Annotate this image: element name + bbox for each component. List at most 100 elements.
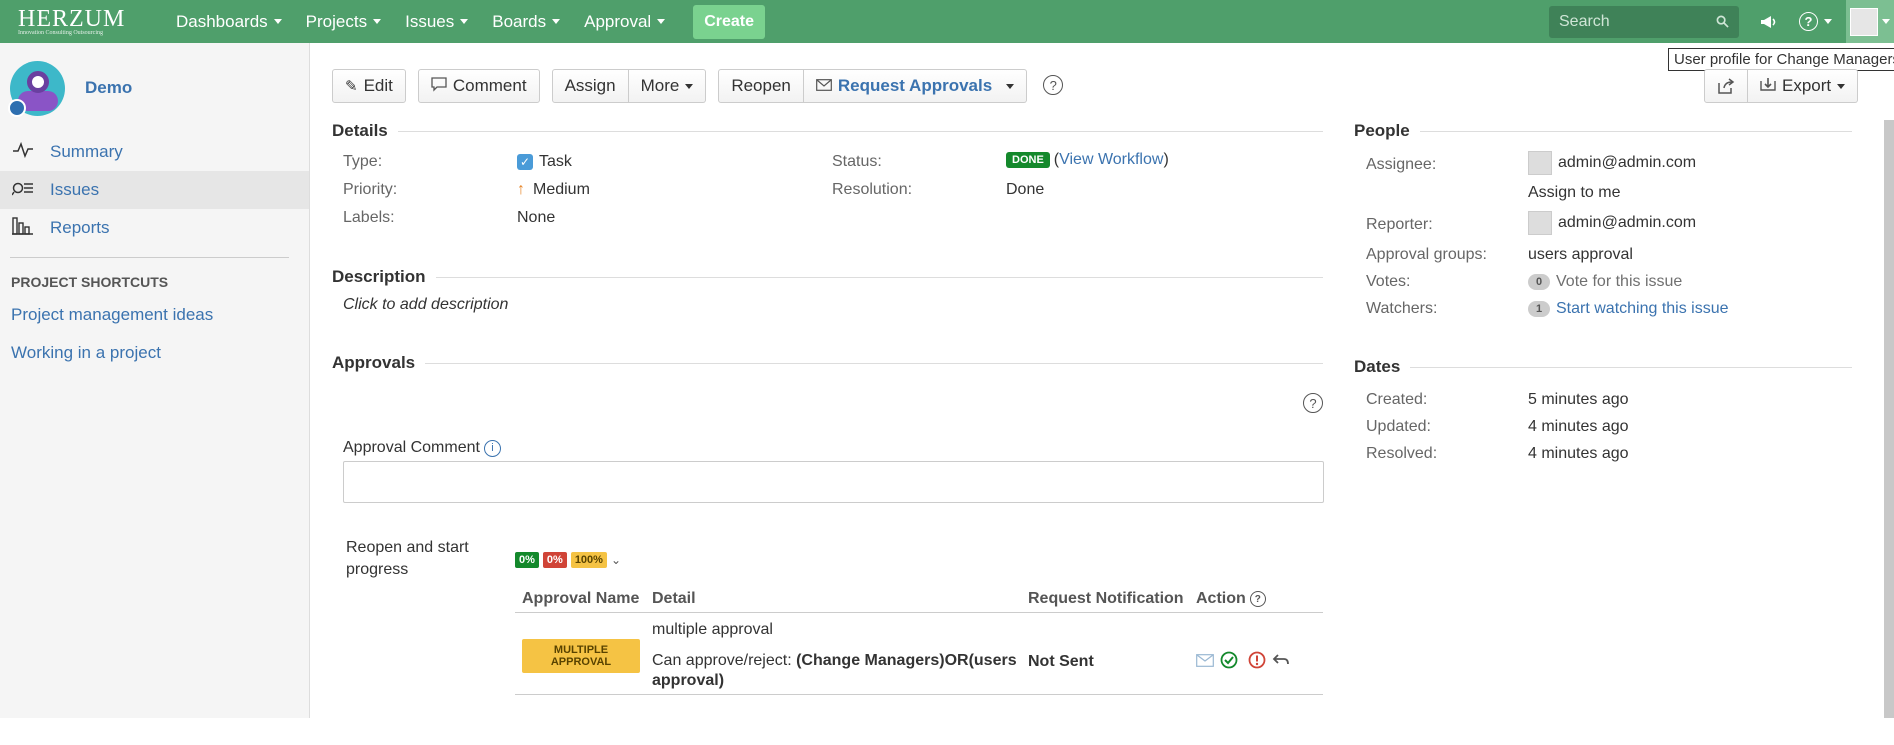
- question-circle-icon[interactable]: ?: [1303, 393, 1323, 413]
- reopen-button[interactable]: Reopen: [718, 69, 804, 103]
- description-placeholder[interactable]: Click to add description: [343, 296, 508, 314]
- comment-label: Comment: [452, 76, 527, 95]
- chevron-down-icon: [373, 19, 382, 24]
- export-button[interactable]: Export: [1748, 69, 1859, 103]
- reject-icon[interactable]: [1248, 651, 1266, 674]
- approve-icon[interactable]: [1220, 651, 1238, 674]
- vote-link[interactable]: Vote for this issue: [1556, 273, 1682, 291]
- info-icon[interactable]: i: [483, 439, 501, 457]
- approval-name-badge: MULTIPLE APPROVAL: [522, 639, 640, 673]
- pencil-icon: ✎: [345, 78, 358, 95]
- type-value: ✓ Task: [517, 153, 572, 171]
- user-profile-button[interactable]: [1846, 0, 1894, 43]
- help-icon[interactable]: ?: [1799, 12, 1832, 31]
- herzum-logo[interactable]: HERZUM Innovation Consulting Outsourcing: [18, 7, 138, 36]
- summary-icon: [12, 141, 38, 163]
- edit-button[interactable]: ✎ Edit: [332, 69, 406, 103]
- created-label: Created:: [1366, 391, 1428, 408]
- reply-icon[interactable]: [1272, 653, 1290, 672]
- watchers-count-badge: 1: [1528, 301, 1550, 317]
- megaphone-icon[interactable]: [1759, 13, 1779, 31]
- shortcut-working-in-a-project[interactable]: Working in a project: [0, 334, 309, 372]
- votes-value: 0 Vote for this issue: [1528, 273, 1682, 291]
- approval-table: Approval Name Detail Request Notificatio…: [515, 583, 1323, 745]
- assignee-name[interactable]: admin@admin.com: [1558, 154, 1696, 172]
- chevron-down-icon: [1006, 83, 1015, 89]
- people-heading: People: [1354, 121, 1852, 141]
- shortcut-project-management-ideas[interactable]: Project management ideas: [0, 296, 309, 334]
- view-workflow-link[interactable]: View Workflow: [1059, 151, 1163, 169]
- approval-groups-label: Approval groups:: [1366, 246, 1487, 263]
- scrollbar-thumb[interactable]: [1884, 120, 1894, 718]
- table-header-row: Approval Name Detail Request Notificatio…: [515, 583, 1323, 613]
- more-button[interactable]: More: [628, 69, 707, 103]
- votes-count-badge: 0: [1528, 274, 1550, 290]
- detail-rule: Can approve/reject: (Change Managers)OR(…: [652, 651, 1022, 691]
- issue-view: ✎ Edit Comment Assign More Reopen Reques…: [332, 43, 1892, 718]
- project-avatar: [8, 60, 65, 117]
- approval-progress[interactable]: 0% 0% 100% ⌄: [515, 552, 621, 568]
- question-circle-icon[interactable]: ?: [1249, 591, 1266, 607]
- nav-dashboards[interactable]: Dashboards: [164, 0, 294, 43]
- reporter-name[interactable]: admin@admin.com: [1558, 214, 1696, 232]
- updated-label: Updated:: [1366, 418, 1431, 435]
- project-header[interactable]: Demo: [0, 43, 309, 133]
- chevron-down-icon: [273, 19, 282, 24]
- page-scrollbar[interactable]: [1884, 120, 1894, 718]
- nav-issues[interactable]: Issues: [393, 0, 480, 43]
- approvals-heading: Approvals: [332, 353, 1323, 373]
- watchers-label: Watchers:: [1366, 300, 1438, 317]
- chevron-down-icon: [1837, 83, 1846, 89]
- nav-boards[interactable]: Boards: [480, 0, 572, 43]
- more-label: More: [640, 76, 680, 95]
- create-button[interactable]: Create: [693, 4, 766, 39]
- question-circle-icon[interactable]: ?: [1043, 75, 1064, 95]
- sidebar-item-label: Issues: [50, 180, 100, 199]
- people-title: People: [1354, 121, 1410, 140]
- nav-approval-label: Approval: [584, 11, 652, 31]
- approval-groups-value: users approval: [1528, 246, 1633, 263]
- table-row: MULTIPLE APPROVAL multiple approval Can …: [515, 613, 1323, 695]
- request-approvals-button[interactable]: Request Approvals: [803, 69, 1028, 103]
- chevron-down-icon: [1882, 19, 1890, 24]
- nav-projects-label: Projects: [305, 11, 368, 31]
- resolved-value: 4 minutes ago: [1528, 445, 1629, 462]
- envelope-icon[interactable]: [1196, 653, 1214, 672]
- dates-title: Dates: [1354, 357, 1401, 376]
- col-action-label: Action: [1196, 590, 1246, 607]
- assignee-value: admin@admin.com: [1528, 151, 1696, 175]
- nav-issues-label: Issues: [405, 11, 455, 31]
- project-name[interactable]: Demo: [85, 78, 132, 98]
- user-avatar-icon: [1850, 7, 1878, 36]
- workflow-group: Reopen Request Approvals: [718, 69, 1028, 103]
- chevron-down-icon: [657, 19, 666, 24]
- watch-link[interactable]: Start watching this issue: [1556, 300, 1729, 318]
- shortcuts-heading: PROJECT SHORTCUTS: [11, 274, 169, 290]
- share-button[interactable]: [1704, 69, 1748, 103]
- dates-heading: Dates: [1354, 357, 1852, 377]
- comment-button[interactable]: Comment: [417, 69, 540, 103]
- detail-title: multiple approval: [652, 621, 773, 638]
- nav-projects[interactable]: Projects: [294, 0, 393, 43]
- resolution-value: Done: [1006, 181, 1045, 198]
- row-actions: [1196, 651, 1290, 674]
- assign-to-me-link[interactable]: Assign to me: [1528, 184, 1620, 202]
- approval-comment-field[interactable]: [343, 461, 1324, 503]
- priority-text: Medium: [533, 181, 590, 198]
- resolved-label: Resolved:: [1366, 445, 1438, 462]
- col-request-notification: Request Notification: [1028, 590, 1184, 607]
- sidebar-item-summary[interactable]: Summary: [0, 133, 309, 171]
- assign-button[interactable]: Assign: [551, 69, 629, 103]
- sidebar-item-reports[interactable]: Reports: [0, 209, 309, 247]
- chevron-down-icon[interactable]: ⌄: [611, 553, 621, 567]
- pending-percent-badge: 100%: [570, 552, 607, 568]
- search-input[interactable]: Search: [1549, 5, 1739, 38]
- labels-label: Labels:: [343, 209, 395, 226]
- task-checkbox-icon: ✓: [517, 154, 533, 170]
- nav-approval[interactable]: Approval: [572, 0, 677, 43]
- sidebar-item-issues[interactable]: Issues: [0, 171, 309, 209]
- reports-icon: [12, 216, 38, 240]
- close-paren: ): [1163, 151, 1169, 168]
- col-action: Action ?: [1196, 590, 1266, 608]
- created-value: 5 minutes ago: [1528, 391, 1629, 408]
